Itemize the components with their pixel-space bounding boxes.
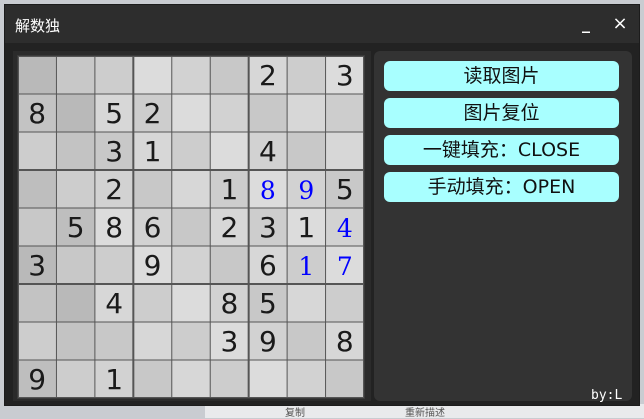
sudoku-cell[interactable]	[210, 132, 249, 170]
given-digit: 5	[259, 287, 277, 320]
sudoku-cell[interactable]	[287, 360, 326, 398]
given-digit: 2	[105, 173, 123, 206]
sudoku-cell[interactable]	[56, 170, 95, 208]
sudoku-cell[interactable]	[171, 360, 211, 398]
given-digit: 5	[105, 97, 123, 130]
sudoku-cell[interactable]	[325, 94, 364, 132]
sudoku-cell[interactable]	[56, 284, 95, 322]
sudoku-cell[interactable]	[94, 246, 134, 284]
sudoku-cell[interactable]	[133, 322, 172, 360]
given-digit: 1	[221, 173, 239, 206]
credit-label: by:L	[591, 388, 623, 403]
solved-digit: 8	[260, 176, 276, 205]
manual-fill-toggle-button[interactable]: 手动填充：OPEN	[384, 172, 619, 202]
given-digit: 2	[259, 59, 277, 92]
sudoku-cell[interactable]	[18, 56, 57, 94]
sudoku-cell[interactable]	[325, 284, 364, 322]
auto-fill-toggle-button[interactable]: 一键填充：CLOSE	[384, 135, 619, 165]
solved-digit: 7	[337, 252, 353, 281]
image-panel: 238523142189558623143961748539891	[13, 51, 371, 401]
given-digit: 8	[336, 325, 354, 358]
given-digit: 5	[336, 173, 354, 206]
given-digit: 3	[105, 135, 123, 168]
sudoku-cell[interactable]	[18, 284, 57, 322]
given-digit: 3	[336, 59, 354, 92]
sudoku-cell[interactable]	[171, 322, 211, 360]
given-digit: 9	[28, 363, 46, 396]
given-digit: 3	[259, 211, 277, 244]
sudoku-cell[interactable]	[171, 170, 211, 208]
solved-digit: 4	[337, 214, 353, 243]
given-digit: 8	[105, 211, 123, 244]
sudoku-cell[interactable]	[287, 284, 326, 322]
given-digit: 1	[105, 363, 123, 396]
sudoku-cell[interactable]	[171, 246, 211, 284]
given-digit: 9	[144, 249, 162, 282]
sudoku-cell[interactable]	[133, 284, 172, 322]
sudoku-board: 2 38 5 23 1 42 1 8 9 55 8 6 2 3 1 43 9 6 1 74 8 53 9 89 1	[18, 56, 364, 398]
sudoku-cell[interactable]	[94, 56, 134, 94]
given-digit: 2	[221, 211, 239, 244]
given-digit: 1	[297, 211, 315, 244]
minimize-button[interactable]: _	[575, 13, 597, 35]
background-text-redescribe: 重新描述	[405, 408, 445, 419]
control-panel: 读取图片 图片复位 一键填充：CLOSE 手动填充：OPEN	[374, 51, 632, 401]
sudoku-cell[interactable]	[287, 94, 326, 132]
given-digit: 8	[28, 97, 46, 130]
title-bar[interactable]: 解数独 _ ×	[5, 5, 639, 43]
sudoku-cell[interactable]	[287, 322, 326, 360]
sudoku-cell[interactable]	[56, 360, 95, 398]
close-button[interactable]: ×	[609, 13, 631, 35]
sudoku-image[interactable]: 238523142189558623143961748539891	[17, 55, 365, 399]
sudoku-cell[interactable]	[56, 132, 95, 170]
given-digit: 6	[259, 249, 277, 282]
main-content: 238523142189558623143961748539891 读取图片 图…	[5, 43, 639, 405]
sudoku-cell[interactable]	[56, 246, 95, 284]
given-digit: 5	[67, 211, 85, 244]
sudoku-cell[interactable]	[287, 132, 326, 170]
reset-image-button[interactable]: 图片复位	[384, 98, 619, 128]
solved-digit: 9	[298, 176, 314, 205]
given-digit: 9	[259, 325, 277, 358]
sudoku-cell[interactable]	[248, 360, 288, 398]
sudoku-cell[interactable]	[18, 132, 57, 170]
given-digit: 4	[105, 287, 123, 320]
sudoku-cell[interactable]	[325, 360, 364, 398]
sudoku-cell[interactable]	[133, 360, 172, 398]
given-digit: 6	[144, 211, 162, 244]
sudoku-cell[interactable]	[18, 208, 57, 246]
given-digit: 1	[144, 135, 162, 168]
sudoku-cell[interactable]	[325, 132, 364, 170]
background-window-peek: 复制 重新描述	[205, 404, 644, 419]
sudoku-cell[interactable]	[133, 56, 172, 94]
sudoku-cell[interactable]	[133, 170, 172, 208]
sudoku-cell[interactable]	[94, 322, 134, 360]
sudoku-cell[interactable]	[18, 170, 57, 208]
sudoku-cell[interactable]	[171, 56, 211, 94]
sudoku-cell[interactable]	[210, 360, 249, 398]
sudoku-cell[interactable]	[287, 56, 326, 94]
read-image-button[interactable]: 读取图片	[384, 61, 619, 91]
sudoku-cell[interactable]	[210, 94, 249, 132]
given-digit: 3	[28, 249, 46, 282]
solved-digit: 1	[298, 252, 314, 281]
sudoku-cell[interactable]	[18, 322, 57, 360]
window-title: 解数独	[15, 17, 61, 35]
sudoku-cell[interactable]	[248, 94, 288, 132]
given-digit: 4	[259, 135, 277, 168]
sudoku-cell[interactable]	[171, 132, 211, 170]
sudoku-cell[interactable]	[171, 208, 211, 246]
given-digit: 2	[144, 97, 162, 130]
sudoku-cell[interactable]	[56, 322, 95, 360]
given-digit: 8	[221, 287, 239, 320]
background-text-copy: 复制	[285, 408, 305, 419]
sudoku-cell[interactable]	[171, 94, 211, 132]
sudoku-cell[interactable]	[210, 246, 249, 284]
sudoku-cell[interactable]	[56, 94, 95, 132]
given-digit: 3	[221, 325, 239, 358]
sudoku-cell[interactable]	[56, 56, 95, 94]
app-window: 解数独 _ × 23852314218955862314396174853989…	[4, 4, 640, 406]
sudoku-cell[interactable]	[210, 56, 249, 94]
sudoku-cell[interactable]	[171, 284, 211, 322]
